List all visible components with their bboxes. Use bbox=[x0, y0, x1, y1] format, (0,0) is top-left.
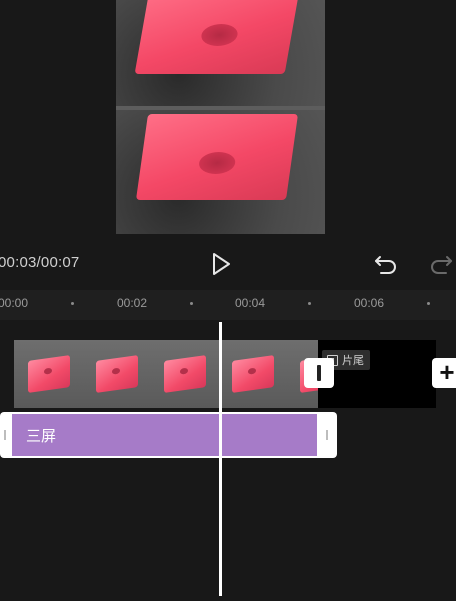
ruler-dot bbox=[190, 302, 193, 305]
playhead[interactable] bbox=[219, 322, 222, 596]
time-display: 00:03/00:07 bbox=[0, 254, 80, 271]
text-clip-label: 三屏 bbox=[26, 428, 57, 445]
clip-thumbnail bbox=[14, 340, 82, 408]
preview-frame-bottom bbox=[116, 110, 325, 234]
timeline-ruler[interactable]: 00:00 00:02 00:04 00:06 bbox=[0, 290, 456, 320]
playback-controls: 00:03/00:07 bbox=[0, 244, 456, 284]
ruler-dot bbox=[308, 302, 311, 305]
clip-thumbnail bbox=[150, 340, 218, 408]
ruler-label: 00:06 bbox=[354, 296, 385, 310]
undo-icon[interactable] bbox=[373, 252, 399, 276]
ruler-label: 00:04 bbox=[235, 296, 266, 310]
video-preview bbox=[116, 0, 325, 234]
pink-block-image bbox=[134, 0, 300, 74]
ruler-dot bbox=[427, 302, 430, 305]
right-trim-grip[interactable] bbox=[326, 430, 328, 440]
clip-thumbnail bbox=[82, 340, 150, 408]
ending-label: 片尾 bbox=[342, 355, 364, 367]
text-clip-body bbox=[12, 414, 317, 456]
clip-trim-handle[interactable] bbox=[304, 358, 334, 388]
text-clip[interactable]: 三屏 bbox=[0, 412, 337, 458]
ruler-label: 00:00 bbox=[0, 296, 29, 310]
timeline-tracks: 片尾 + 三屏 bbox=[0, 320, 456, 601]
preview-frame-top bbox=[116, 0, 325, 106]
pink-block-image bbox=[135, 114, 299, 200]
ruler-dot bbox=[71, 302, 74, 305]
video-clip[interactable] bbox=[14, 340, 318, 408]
redo-icon[interactable] bbox=[428, 252, 454, 276]
add-clip-button[interactable]: + bbox=[432, 358, 456, 388]
left-trim-grip[interactable] bbox=[4, 430, 6, 440]
clip-thumbnail bbox=[218, 340, 286, 408]
play-icon[interactable] bbox=[208, 251, 234, 277]
ruler-label: 00:02 bbox=[117, 296, 148, 310]
